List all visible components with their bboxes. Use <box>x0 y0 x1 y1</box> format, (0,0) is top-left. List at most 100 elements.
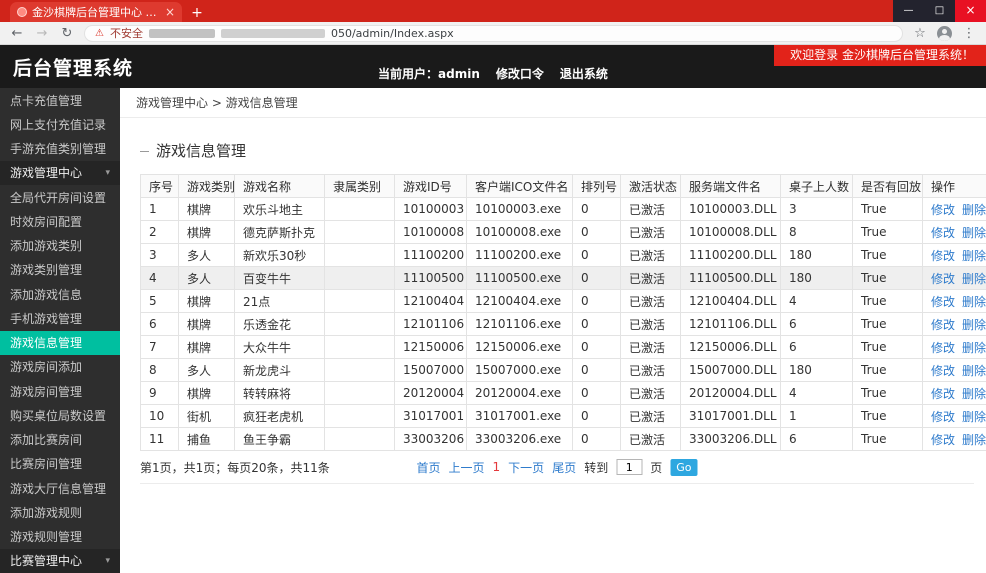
logout-link[interactable]: 退出系统 <box>560 65 608 82</box>
sidebar-item[interactable]: 时效房间配置 <box>0 209 120 233</box>
edit-link[interactable]: 修改 <box>931 410 955 424</box>
app-header: 后台管理系统 当前用户：admin 修改口令 退出系统 欢迎登录 金沙棋牌后台管… <box>0 45 986 88</box>
menu-dots-icon[interactable]: ⋮ <box>961 26 977 41</box>
change-password-link[interactable]: 修改口令 <box>496 65 544 82</box>
sidebar: 点卡充值管理 网上支付充值记录 手游充值类别管理 游戏管理中心 ▾ 全局代开房间设置 时效房… <box>0 88 120 573</box>
table-cell: 9 <box>140 381 179 405</box>
sidebar-item[interactable]: 添加游戏规则 <box>0 500 120 524</box>
table-cell: 6 <box>140 312 179 336</box>
pagination-last[interactable]: 尾页 <box>552 459 576 476</box>
edit-link[interactable]: 修改 <box>931 364 955 378</box>
row-actions: 修改 删除 <box>922 220 986 244</box>
delete-link[interactable]: 删除 <box>962 341 985 355</box>
pagination-first[interactable]: 首页 <box>417 459 441 476</box>
row-actions: 修改 删除 <box>922 266 986 290</box>
pagination-prev[interactable]: 上一页 <box>449 459 485 476</box>
sidebar-item[interactable]: 游戏类别管理 <box>0 258 120 282</box>
table-cell: 捕鱼 <box>178 427 235 451</box>
address-bar[interactable]: ⚠ 不安全 050/admin/Index.aspx <box>84 24 903 42</box>
delete-link[interactable]: 删除 <box>962 318 985 332</box>
table-cell: 0 <box>572 358 621 382</box>
table-cell: 街机 <box>178 404 235 428</box>
sidebar-item[interactable]: 游戏房间管理 <box>0 379 120 403</box>
pagination-summary: 第1页，共1页；每页20条，共11条 <box>140 460 330 475</box>
table-cell: 0 <box>572 197 621 221</box>
edit-link[interactable]: 修改 <box>931 226 955 240</box>
sidebar-item[interactable]: 比赛房间管理 <box>0 452 120 476</box>
table-cell: 12100404.exe <box>466 289 573 313</box>
edit-link[interactable]: 修改 <box>931 387 955 401</box>
row-actions: 修改 删除 <box>922 243 986 267</box>
table-cell <box>324 427 395 451</box>
table-cell: 10 <box>140 404 179 428</box>
sidebar-item[interactable]: 游戏规则管理 <box>0 525 120 549</box>
sidebar-item[interactable]: 游戏大厅信息管理 <box>0 476 120 500</box>
table-cell: 多人 <box>178 358 235 382</box>
delete-link[interactable]: 删除 <box>962 295 985 309</box>
table-row: 4 多人 百变牛牛 11100500 11100500.exe 0 已激活 11100500.… <box>140 266 986 290</box>
delete-link[interactable]: 删除 <box>962 249 985 263</box>
profile-icon[interactable] <box>937 25 952 41</box>
sidebar-item[interactable]: 游戏房间添加 <box>0 355 120 379</box>
delete-link[interactable]: 删除 <box>962 226 985 240</box>
chevron-down-icon: ▾ <box>105 555 110 566</box>
delete-link[interactable]: 删除 <box>962 272 985 286</box>
sidebar-item[interactable]: 比赛管理中心 ▾ <box>0 548 120 573</box>
app-title: 后台管理系统 <box>13 57 134 79</box>
edit-link[interactable]: 修改 <box>931 272 955 286</box>
column-header: 客户端ICO文件名 <box>466 174 573 198</box>
table-cell: 乐透金花 <box>234 312 325 336</box>
delete-link[interactable]: 删除 <box>962 433 985 447</box>
edit-link[interactable]: 修改 <box>931 203 955 217</box>
delete-link[interactable]: 删除 <box>962 387 985 401</box>
browser-tab[interactable]: 金沙棋牌后台管理中心 v3.0 × <box>10 2 182 22</box>
table-cell: True <box>852 427 923 451</box>
table-cell: 已激活 <box>620 404 681 428</box>
sidebar-item-label: 添加游戏类别 <box>10 239 83 254</box>
bookmark-star-icon[interactable]: ☆ <box>912 26 928 41</box>
forward-icon[interactable]: → <box>34 26 50 41</box>
back-icon[interactable]: ← <box>9 26 25 41</box>
delete-link[interactable]: 删除 <box>962 203 985 217</box>
edit-link[interactable]: 修改 <box>931 249 955 263</box>
delete-link[interactable]: 删除 <box>962 364 985 378</box>
table-cell: 已激活 <box>620 289 681 313</box>
table-row: 7 棋牌 大众牛牛 12150006 12150006.exe 0 已激活 12150006.… <box>140 335 986 359</box>
sidebar-item[interactable]: 添加游戏信息 <box>0 282 120 306</box>
sidebar-item[interactable]: 全局代开房间设置 <box>0 185 120 209</box>
table-cell: 15007000.exe <box>466 358 573 382</box>
table-cell: 棋牌 <box>178 335 235 359</box>
sidebar-item-label: 比赛房间管理 <box>10 457 83 472</box>
row-actions: 修改 删除 <box>922 358 986 382</box>
table-cell: 大众牛牛 <box>234 335 325 359</box>
new-tab-button[interactable]: + <box>186 4 208 22</box>
sidebar-item[interactable]: 网上支付充值记录 <box>0 112 120 136</box>
sidebar-item[interactable]: 手机游戏管理 <box>0 306 120 330</box>
window-close-button[interactable]: × <box>955 0 986 22</box>
edit-link[interactable]: 修改 <box>931 318 955 332</box>
goto-page-input[interactable] <box>616 459 643 475</box>
browser-toolbar: ← → ↻ ⚠ 不安全 050/admin/Index.aspx ☆ ⋮ <box>0 22 986 45</box>
edit-link[interactable]: 修改 <box>931 341 955 355</box>
table-cell: 2 <box>140 220 179 244</box>
pagination-controls: 首页 上一页 1 下一页 尾页 转到 页 Go <box>417 458 698 476</box>
edit-link[interactable]: 修改 <box>931 295 955 309</box>
sidebar-item[interactable]: 添加比赛房间 <box>0 428 120 452</box>
sidebar-item[interactable]: 游戏管理中心 ▾ <box>0 160 120 185</box>
table-cell: True <box>852 197 923 221</box>
edit-link[interactable]: 修改 <box>931 433 955 447</box>
go-button[interactable]: Go <box>670 458 698 476</box>
sidebar-item[interactable]: 购买桌位局数设置 <box>0 403 120 427</box>
pagination-next[interactable]: 下一页 <box>508 459 544 476</box>
user-bar: 当前用户：admin 修改口令 退出系统 <box>378 65 608 82</box>
window-maximize-button[interactable]: □ <box>924 0 955 22</box>
reload-icon[interactable]: ↻ <box>59 26 75 41</box>
tab-close-icon[interactable]: × <box>165 5 175 19</box>
sidebar-item[interactable]: 添加游戏类别 <box>0 234 120 258</box>
window-minimize-button[interactable]: — <box>893 0 924 22</box>
sidebar-item[interactable]: 游戏信息管理 <box>0 330 120 355</box>
sidebar-item[interactable]: 手游充值类别管理 <box>0 137 120 161</box>
sidebar-item-label: 游戏信息管理 <box>10 336 83 351</box>
delete-link[interactable]: 删除 <box>962 410 985 424</box>
sidebar-item[interactable]: 点卡充值管理 <box>0 88 120 112</box>
